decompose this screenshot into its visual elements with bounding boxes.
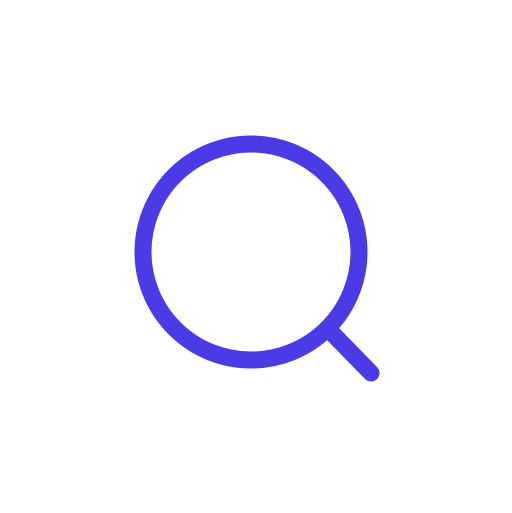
search-icon[interactable]: [0, 0, 512, 513]
search-icon-handle: [323, 324, 380, 382]
icon-canvas: [0, 0, 512, 513]
